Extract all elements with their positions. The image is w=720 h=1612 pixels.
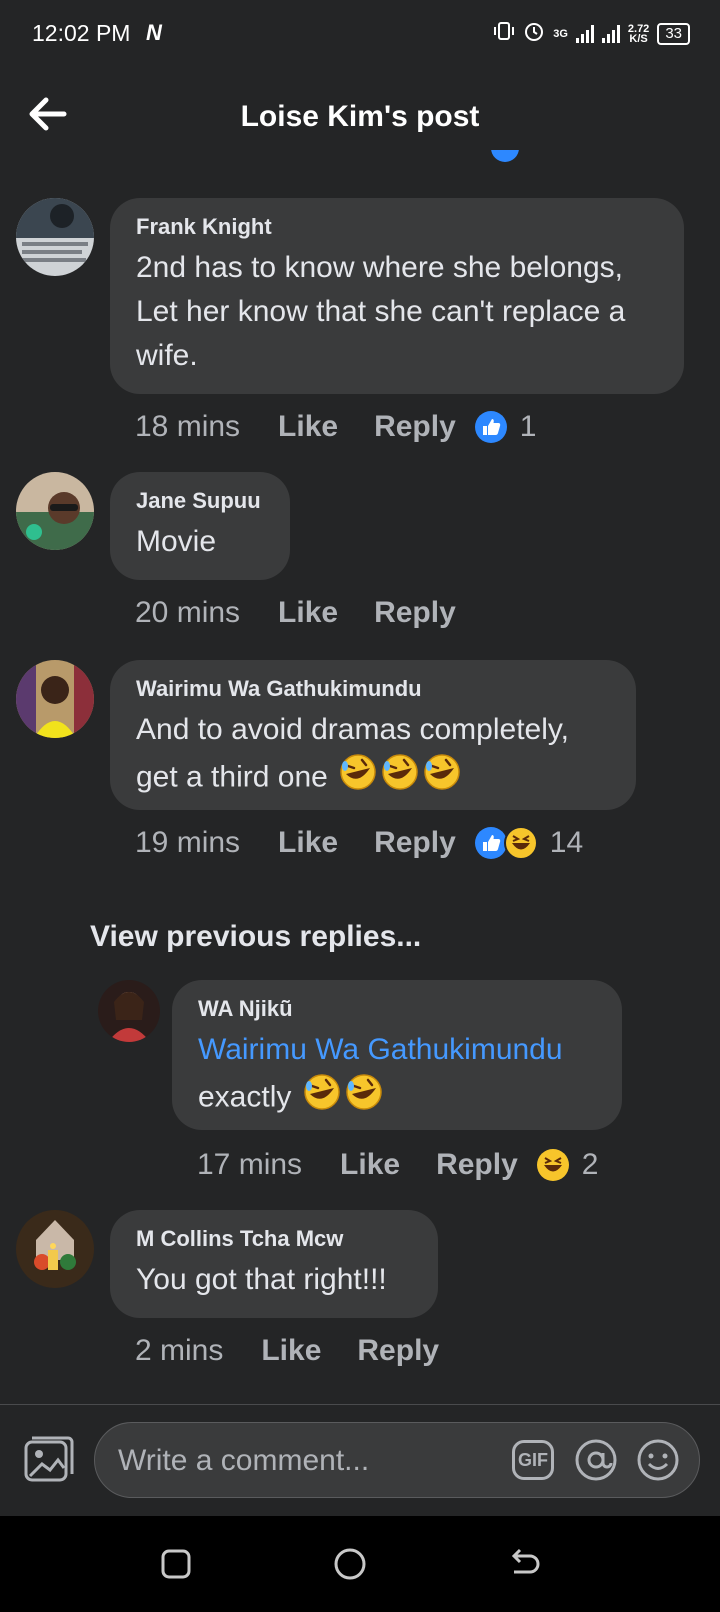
comment-time: 19 mins bbox=[135, 826, 241, 859]
gif-button[interactable]: GIF bbox=[512, 1440, 554, 1480]
comment-input-placeholder[interactable]: Write a comment... bbox=[118, 1444, 369, 1478]
signal-icon-2 bbox=[601, 24, 620, 43]
photo-gallery-icon[interactable] bbox=[22, 1434, 74, 1486]
notification-n-icon: N bbox=[146, 20, 162, 45]
comment-text: 2nd has to know where she belongs, Let h… bbox=[136, 251, 626, 372]
mention-link[interactable]: Wairimu Wa Gathukimundu bbox=[198, 1028, 596, 1072]
comment-bubble[interactable]: Wairimu Wa Gathukimundu And to avoid dra… bbox=[110, 660, 636, 810]
recents-icon[interactable] bbox=[158, 1546, 194, 1582]
comment-meta: 2 mins Like Reply bbox=[135, 1334, 475, 1368]
avatar[interactable] bbox=[16, 472, 94, 550]
avatar[interactable] bbox=[16, 660, 94, 738]
like-reaction-icon bbox=[474, 411, 507, 443]
rofl-emoji-icon bbox=[344, 1072, 384, 1125]
avatar[interactable] bbox=[98, 980, 160, 1042]
reaction-count: 2 bbox=[581, 1148, 599, 1181]
status-icons: 3G 2.72 K/S 33 bbox=[493, 20, 690, 47]
comment-author[interactable]: M Collins Tcha Mcw bbox=[136, 1226, 412, 1252]
view-previous-replies-link[interactable]: View previous replies... bbox=[90, 920, 421, 954]
haha-reaction-icon bbox=[536, 1149, 569, 1181]
vibrate-icon bbox=[493, 20, 515, 47]
comment-author[interactable]: Frank Knight bbox=[136, 214, 658, 240]
reaction-count: 1 bbox=[519, 410, 537, 443]
reply-text-line: exactly bbox=[198, 1072, 596, 1125]
mention-at-icon[interactable] bbox=[574, 1438, 618, 1482]
comment-meta: 20 mins Like Reply bbox=[135, 596, 492, 630]
reply-time: 17 mins bbox=[197, 1148, 303, 1181]
back-icon[interactable] bbox=[506, 1546, 542, 1582]
comment-text: You got that right!!! bbox=[136, 1263, 387, 1296]
comment-author[interactable]: Wairimu Wa Gathukimundu bbox=[136, 676, 610, 702]
reply-meta: 17 mins Like Reply 2 bbox=[197, 1148, 598, 1182]
comment-meta: 18 mins Like Reply 1 bbox=[135, 410, 536, 444]
comment-text: And to avoid dramas completely, get a th… bbox=[136, 708, 610, 805]
like-button[interactable]: Like bbox=[278, 826, 338, 860]
comment-text: Movie bbox=[136, 525, 217, 558]
rofl-emoji-icon bbox=[422, 752, 462, 805]
rofl-emoji-icon bbox=[380, 752, 420, 805]
reactions[interactable] bbox=[474, 826, 538, 860]
emoji-smile-icon[interactable] bbox=[636, 1438, 680, 1482]
alarm-icon bbox=[523, 20, 545, 47]
network-type: 3G bbox=[553, 27, 568, 40]
reply-button[interactable]: Reply bbox=[374, 596, 456, 630]
reply-bubble[interactable]: WA Njikũ Wairimu Wa Gathukimundu exactly bbox=[172, 980, 622, 1130]
like-button[interactable]: Like bbox=[278, 596, 338, 630]
reaction-count: 14 bbox=[549, 826, 584, 859]
reply-button[interactable]: Reply bbox=[357, 1334, 439, 1368]
like-button[interactable]: Like bbox=[278, 410, 338, 444]
avatar[interactable] bbox=[16, 198, 94, 276]
comment-time: 18 mins bbox=[135, 410, 241, 443]
net-speed: 2.72 K/S bbox=[627, 22, 650, 45]
battery-icon: 33 bbox=[657, 22, 690, 45]
like-button[interactable]: Like bbox=[340, 1148, 400, 1182]
rofl-emoji-icon bbox=[338, 752, 378, 805]
page-title: Loise Kim's post bbox=[240, 100, 480, 133]
comment-bubble[interactable]: Frank Knight 2nd has to know where she b… bbox=[110, 198, 684, 394]
comment-bubble[interactable]: Jane Supuu Movie bbox=[110, 472, 290, 580]
scrolled-content-remnant bbox=[150, 150, 550, 172]
avatar[interactable] bbox=[16, 1210, 94, 1288]
reply-author[interactable]: WA Njikũ bbox=[198, 996, 596, 1022]
haha-reaction-icon bbox=[503, 826, 538, 860]
reply-button[interactable]: Reply bbox=[436, 1148, 518, 1182]
reply-text: Wairimu Wa Gathukimundu exactly bbox=[198, 1028, 596, 1125]
like-button[interactable]: Like bbox=[261, 1334, 321, 1368]
comment-author[interactable]: Jane Supuu bbox=[136, 488, 264, 514]
signal-icon bbox=[575, 24, 594, 43]
comment-meta: 19 mins Like Reply 14 bbox=[135, 826, 583, 860]
reply-button[interactable]: Reply bbox=[374, 826, 456, 860]
status-time: 12:02 PM bbox=[32, 20, 131, 46]
like-reaction-icon bbox=[474, 827, 507, 859]
comment-text-line: get a third one bbox=[136, 752, 610, 805]
reactions[interactable] bbox=[536, 1148, 570, 1182]
home-icon[interactable] bbox=[332, 1546, 368, 1582]
reactions[interactable] bbox=[474, 410, 508, 444]
comment-text-line: And to avoid dramas completely, bbox=[136, 713, 569, 746]
rofl-emoji-icon bbox=[302, 1072, 342, 1125]
comment-time: 20 mins bbox=[135, 596, 241, 629]
reply-button[interactable]: Reply bbox=[374, 410, 456, 444]
comment-bubble[interactable]: M Collins Tcha Mcw You got that right!!! bbox=[110, 1210, 438, 1318]
comment-time: 2 mins bbox=[135, 1334, 224, 1367]
